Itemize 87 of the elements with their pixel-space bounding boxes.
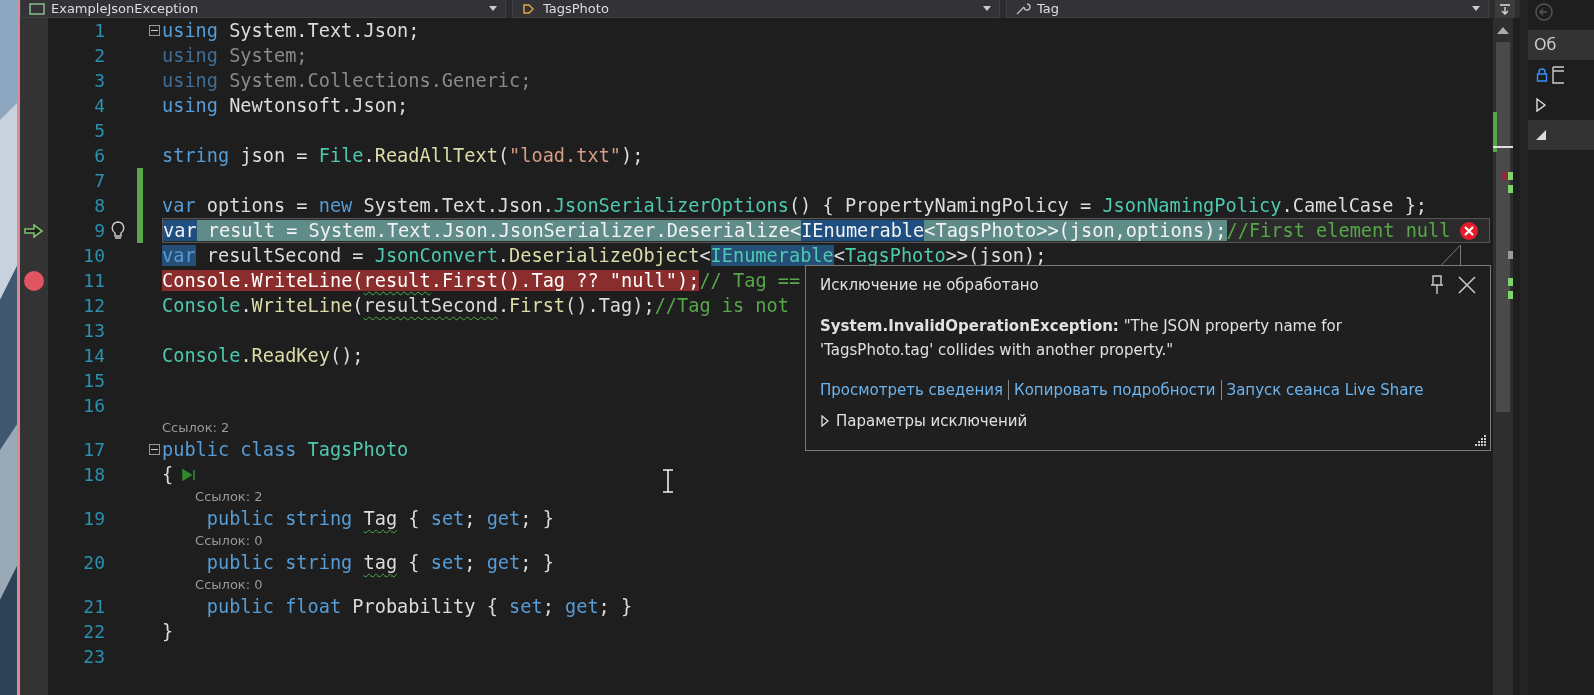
line-number: 6 xyxy=(93,144,105,168)
warning-marker xyxy=(1508,172,1513,180)
line-number: 20 xyxy=(82,551,105,575)
breakpoint-marker xyxy=(1502,172,1507,180)
line-number: 14 xyxy=(82,344,105,368)
split-button[interactable] xyxy=(1495,0,1515,18)
warning-marker xyxy=(1508,278,1513,286)
popup-title: Исключение не обработано xyxy=(820,276,1040,294)
code-line: { xyxy=(162,463,174,486)
code-line: var result = System.Text.Json.JsonSerializer.Deserialize<IEnumerable<TagsPhoto>>(json,options);//First element null xyxy=(163,219,1451,242)
scrollbar[interactable] xyxy=(1493,18,1513,695)
line-number: 17 xyxy=(82,438,105,462)
document-icon xyxy=(1552,66,1564,84)
line-number: 23 xyxy=(82,645,105,669)
line-number: 22 xyxy=(82,620,105,644)
wrench-icon xyxy=(1015,2,1031,15)
expand-icon[interactable] xyxy=(820,415,830,427)
warning-marker xyxy=(1508,185,1513,193)
navigation-dropdown[interactable]: Tag xyxy=(1006,0,1489,18)
position-marker xyxy=(1508,251,1513,259)
breakpoint-icon[interactable] xyxy=(24,270,44,291)
code-line: string json = File.ReadAllText("load.txt"); xyxy=(162,144,644,167)
exception-message: System.InvalidOperationException: "The JSON property name for 'TagsPhoto.tag' collides with another property." xyxy=(820,316,1343,361)
code-line: public string tag { set; get; } xyxy=(206,551,554,574)
popup-link[interactable]: Просмотреть сведения xyxy=(820,381,1004,399)
line-number: 19 xyxy=(82,507,105,531)
code-line: Console.ReadKey(); xyxy=(162,344,364,367)
line-number: 9 xyxy=(93,219,105,243)
line-number: 7 xyxy=(93,169,105,193)
line-number: 4 xyxy=(93,94,105,118)
warning-marker xyxy=(1508,291,1513,299)
popup-link[interactable]: Копировать подробности xyxy=(1014,381,1216,399)
panel-tab[interactable]: Об xyxy=(1528,30,1594,60)
line-number: 10 xyxy=(82,244,105,268)
code-line: var options = new System.Text.Json.JsonSerializerOptions() { PropertyNamingPolicy = JsonNamingPolicy.CamelCase }; xyxy=(162,194,1428,217)
line-number: 21 xyxy=(82,595,105,619)
project-icon xyxy=(29,2,45,15)
caret-icon xyxy=(983,6,991,11)
code-line: } xyxy=(162,620,174,643)
code-line: using System.Text.Json; xyxy=(162,19,420,42)
popup-link[interactable]: Запуск сеанса Live Share xyxy=(1226,381,1424,399)
lightbulb-icon[interactable] xyxy=(110,220,125,241)
line-number: 16 xyxy=(82,394,105,418)
code-line: Console.WriteLine(resultSecond.First().Tag);//Tag is not xyxy=(162,294,789,317)
line-number: 12 xyxy=(82,294,105,318)
collapse-icon[interactable] xyxy=(1536,130,1546,140)
reference-count[interactable]: Ссылок: 2 xyxy=(162,420,230,435)
resize-grip-icon[interactable] xyxy=(1474,434,1486,446)
caret-icon xyxy=(489,6,497,11)
line-number: 3 xyxy=(93,69,105,93)
navigation-dropdown[interactable]: TagsPhoto xyxy=(512,0,1000,18)
line-number: 15 xyxy=(82,369,105,393)
code-line: public class TagsPhoto xyxy=(162,438,409,461)
change-marker xyxy=(1493,112,1497,152)
run-icon[interactable] xyxy=(181,467,198,482)
code-line: using System.Collections.Generic; xyxy=(162,69,532,92)
collapse-icon[interactable] xyxy=(149,25,160,36)
collapse-icon[interactable] xyxy=(149,444,160,455)
line-number: 13 xyxy=(82,319,105,343)
line-number: 1 xyxy=(93,19,105,43)
error-icon[interactable] xyxy=(1459,220,1479,241)
code-line: var resultSecond = JsonConvert.DeserializeObject<IEnumerable<TagsPhoto>>(json); xyxy=(162,244,1047,267)
close-icon[interactable] xyxy=(1458,276,1476,294)
line-number: 18 xyxy=(82,463,105,487)
caret-icon xyxy=(1472,6,1480,11)
navigation-dropdown[interactable]: ExampleJsonException xyxy=(20,0,506,18)
line-number: 11 xyxy=(82,269,105,293)
scroll-up-icon[interactable] xyxy=(1497,26,1509,34)
line-number: 2 xyxy=(93,44,105,68)
exception-settings-label[interactable]: Параметры исключений xyxy=(836,412,1028,430)
reference-count[interactable]: Ссылок: 0 xyxy=(195,577,263,592)
split-icon xyxy=(1499,3,1511,15)
text-cursor-icon xyxy=(662,469,674,493)
expand-icon[interactable] xyxy=(1536,98,1546,112)
lock-icon xyxy=(1536,68,1548,82)
scroll-thumb[interactable] xyxy=(1496,42,1510,412)
line-number: 8 xyxy=(93,194,105,218)
caret-marker xyxy=(1493,146,1513,148)
code-line: using Newtonsoft.Json; xyxy=(162,94,409,117)
reference-count[interactable]: Ссылок: 2 xyxy=(195,489,263,504)
line-number: 5 xyxy=(93,119,105,143)
code-line: Console.WriteLine(result.First().Tag ?? "null");// Tag == xyxy=(162,269,801,292)
code-line: public float Probability { set; get; } xyxy=(206,595,633,618)
code-line: public string Tag { set; get; } xyxy=(206,507,554,530)
code-line: using System; xyxy=(162,44,308,67)
pin-icon[interactable] xyxy=(1430,275,1444,295)
reference-count[interactable]: Ссылок: 0 xyxy=(195,533,263,548)
